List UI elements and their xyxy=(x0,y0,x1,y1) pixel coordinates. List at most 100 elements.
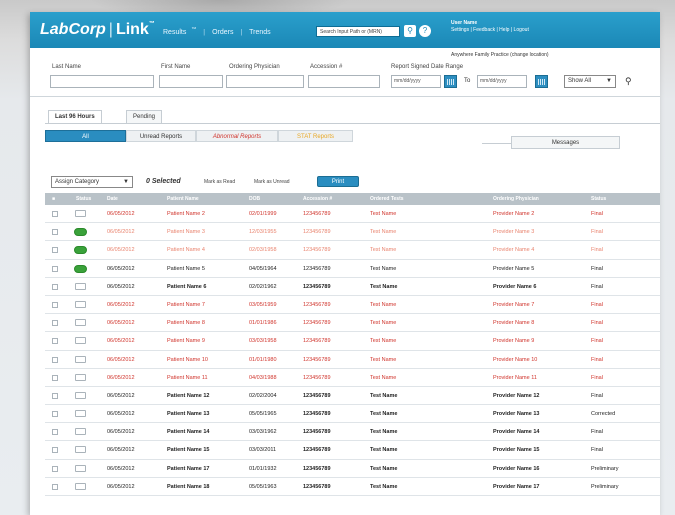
row-checkbox[interactable] xyxy=(52,301,58,308)
header-dob[interactable]: DOB xyxy=(249,196,260,202)
user-links[interactable]: Settings | Feedback | Help | Logout xyxy=(451,27,529,34)
header-report-status[interactable]: Status xyxy=(591,196,606,202)
row-checkbox[interactable] xyxy=(52,265,58,272)
cell-patient-name[interactable]: Patient Name 11 xyxy=(167,375,208,381)
user-name: User Name xyxy=(451,20,478,26)
row-checkbox[interactable] xyxy=(52,338,58,345)
table-row[interactable]: 06/05/2012 Patient Name 6 02/02/1962 123456… xyxy=(45,278,660,296)
labcorp-link-logo[interactable]: LabCorp | Link™ xyxy=(40,21,155,39)
row-checkbox[interactable] xyxy=(52,320,58,327)
row-checkbox[interactable] xyxy=(52,283,58,290)
cell-patient-name[interactable]: Patient Name 17 xyxy=(167,466,210,472)
last-name-field[interactable] xyxy=(50,75,154,88)
row-checkbox[interactable] xyxy=(52,447,58,454)
cell-patient-name[interactable]: Patient Name 3 xyxy=(167,229,205,235)
ordering-physician-field[interactable] xyxy=(226,75,304,88)
table-row[interactable]: 06/05/2012 Patient Name 4 02/03/1958 123456… xyxy=(45,241,660,260)
row-checkbox[interactable] xyxy=(52,465,58,472)
row-checkbox[interactable] xyxy=(52,356,58,363)
header-ordering-physician[interactable]: Ordering Physician xyxy=(493,196,539,202)
row-checkbox[interactable] xyxy=(52,211,58,217)
table-row[interactable]: 06/05/2012 Patient Name 11 04/03/1988 12345… xyxy=(45,369,660,387)
cell-patient-name[interactable]: Patient Name 4 xyxy=(167,247,205,253)
date-from-field[interactable]: mm/dd/yyyy xyxy=(391,75,441,88)
header-ordered-tests[interactable]: Ordered Tests xyxy=(370,196,404,202)
nav-trends[interactable]: Trends xyxy=(249,29,271,36)
header-search-input[interactable]: Search Input Path or (MRN) xyxy=(316,26,400,37)
cell-patient-name[interactable]: Patient Name 9 xyxy=(167,338,205,344)
cell-date: 06/05/2012 xyxy=(107,283,135,290)
calendar-icon[interactable] xyxy=(444,75,457,88)
cell-patient-name[interactable]: Patient Name 7 xyxy=(167,302,205,308)
first-name-label: First Name xyxy=(161,64,191,70)
subtab-stat-reports[interactable]: STAT Reports xyxy=(278,130,353,142)
table-row[interactable]: 06/05/2012 Patient Name 10 01/01/1980 12345… xyxy=(45,351,660,369)
practice-location[interactable]: Anywhere Family Practice (change locatio… xyxy=(451,52,549,58)
subtab-abnormal-reports[interactable]: Abnormal Reports xyxy=(196,130,278,142)
table-row[interactable]: 06/05/2012 Patient Name 2 02/01/1999 123456… xyxy=(45,205,660,224)
table-row[interactable]: 06/05/2012 Patient Name 5 04/05/1964 123456… xyxy=(45,260,660,278)
mark-as-unread-link[interactable]: Mark as Unread xyxy=(254,179,290,185)
nav-orders[interactable]: Orders xyxy=(212,29,233,36)
row-checkbox[interactable] xyxy=(52,429,58,436)
date-to-field[interactable]: mm/dd/yyyy xyxy=(477,75,527,88)
table-row[interactable]: 06/05/2012 Patient Name 12 02/02/2004 12345… xyxy=(45,387,660,406)
table-row[interactable]: 06/05/2012 Patient Name 9 03/03/1958 123456… xyxy=(45,332,660,351)
messages-tab[interactable]: Messages xyxy=(482,136,620,149)
cell-patient-name[interactable]: Patient Name 8 xyxy=(167,320,205,326)
accession-field[interactable] xyxy=(308,75,380,88)
results-table: ■ Status Date Patient Name DOB Accession… xyxy=(45,193,660,496)
row-checkbox[interactable] xyxy=(52,229,58,236)
header-status[interactable]: Status xyxy=(76,196,91,202)
first-name-field[interactable] xyxy=(159,75,223,88)
search-icon[interactable]: ⚲ xyxy=(404,25,416,37)
cell-patient-name[interactable]: Patient Name 13 xyxy=(167,411,210,417)
action-row: Assign Category ▼ 0 Selected Mark as Read… xyxy=(30,172,660,188)
show-filter-select[interactable]: Show All ▼ xyxy=(564,75,616,88)
cell-patient-name[interactable]: Patient Name 2 xyxy=(167,211,205,217)
filter-labels: Last Name First Name Ordering Physician … xyxy=(30,64,660,74)
unread-status-icon xyxy=(74,228,87,237)
table-row[interactable]: 06/05/2012 Patient Name 3 12/03/1955 123456… xyxy=(45,223,660,242)
cell-patient-name[interactable]: Patient Name 12 xyxy=(167,393,210,399)
table-row[interactable]: 06/05/2012 Patient Name 14 03/03/1962 12345… xyxy=(45,423,660,442)
subtab-unread-reports[interactable]: Unread Reports xyxy=(126,130,196,142)
row-checkbox[interactable] xyxy=(52,374,58,381)
table-row[interactable]: 06/05/2012 Patient Name 13 05/05/1965 12345… xyxy=(45,405,660,424)
subtab-all[interactable]: All xyxy=(45,130,126,142)
row-checkbox[interactable] xyxy=(52,247,58,254)
cell-dob: 05/05/1965 xyxy=(249,411,277,418)
row-checkbox[interactable] xyxy=(52,392,58,399)
cell-patient-name[interactable]: Patient Name 18 xyxy=(167,484,210,490)
mark-as-read-link[interactable]: Mark as Read xyxy=(204,179,235,185)
table-row[interactable]: 06/05/2012 Patient Name 8 01/01/1986 123456… xyxy=(45,314,660,333)
header-select-all[interactable]: ■ xyxy=(52,196,55,202)
cell-ordered-test: Test Name xyxy=(370,465,398,472)
print-button[interactable]: Print xyxy=(317,176,359,187)
row-checkbox[interactable] xyxy=(52,483,58,490)
assign-category-select[interactable]: Assign Category ▼ xyxy=(51,176,133,188)
cell-report-status: Final xyxy=(591,374,603,381)
header-patient-name[interactable]: Patient Name xyxy=(167,196,199,202)
help-icon[interactable]: ? xyxy=(419,25,431,37)
cell-patient-name[interactable]: Patient Name 15 xyxy=(167,447,210,453)
table-row[interactable]: 06/05/2012 Patient Name 7 03/05/1959 123456… xyxy=(45,296,660,315)
table-row[interactable]: 06/05/2012 Patient Name 18 05/05/1963 12345… xyxy=(45,478,660,496)
cell-report-status: Final xyxy=(591,447,603,454)
tab-last-96-hours[interactable]: Last 96 Hours xyxy=(48,110,102,123)
header-date[interactable]: Date xyxy=(107,196,118,202)
table-row[interactable]: 06/05/2012 Patient Name 17 01/01/1932 12345… xyxy=(45,460,660,478)
nav-results[interactable]: Results ™ xyxy=(163,27,196,36)
calendar-icon[interactable] xyxy=(535,75,548,88)
tab-pending[interactable]: Pending xyxy=(126,110,163,123)
cell-ordered-test: Test Name xyxy=(370,411,398,418)
filter-search-icon[interactable]: ⚲ xyxy=(625,75,639,88)
cell-patient-name[interactable]: Patient Name 6 xyxy=(167,284,206,290)
header-accession[interactable]: Accession # xyxy=(303,196,332,202)
cell-patient-name[interactable]: Patient Name 14 xyxy=(167,429,210,435)
table-row[interactable]: 06/05/2012 Patient Name 15 03/03/2011 12345… xyxy=(45,441,660,460)
row-checkbox[interactable] xyxy=(52,411,58,418)
report-status-icon xyxy=(75,373,86,381)
cell-patient-name[interactable]: Patient Name 5 xyxy=(167,266,205,272)
cell-patient-name[interactable]: Patient Name 10 xyxy=(167,357,208,363)
